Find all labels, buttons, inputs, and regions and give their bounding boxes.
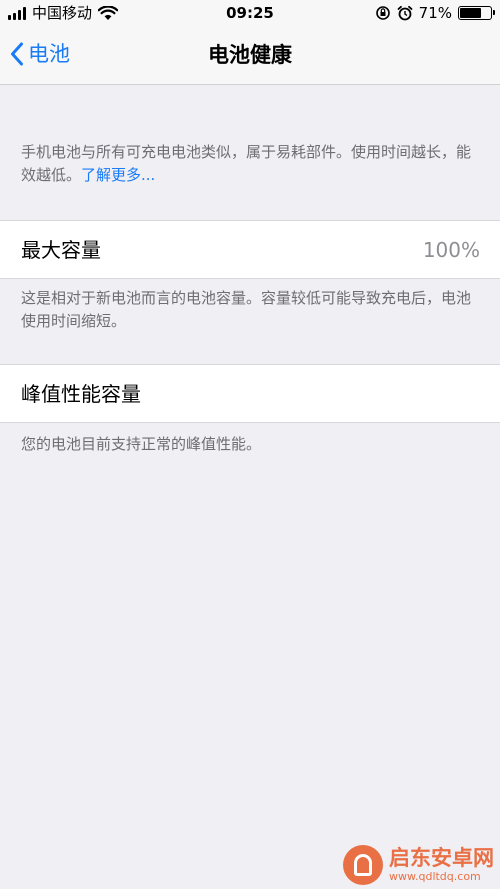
battery-fill [460, 8, 481, 18]
max-capacity-footnote: 这是相对于新电池而言的电池容量。容量较低可能导致充电后，电池使用时间缩短。 [21, 289, 472, 330]
battery-percent: 71% [418, 4, 452, 22]
status-right: 71% [375, 4, 495, 22]
watermark-name: 启东安卓网 [389, 846, 494, 871]
intro-description: 手机电池与所有可充电电池类似，属于易耗部件。使用时间越长，能效越低。了解更多..… [21, 141, 483, 187]
status-bar: 中国移动 09:25 71% [0, 0, 500, 28]
watermark-text: 启东安卓网 www.qdltdq.com [389, 847, 494, 882]
battery-icon [458, 6, 495, 20]
max-capacity-row: 最大容量 100% [0, 220, 500, 279]
watermark: 启东安卓网 www.qdltdq.com [343, 845, 494, 885]
watermark-url: www.qdltdq.com [389, 869, 481, 883]
learn-more-link[interactable]: 了解更多... [81, 166, 155, 184]
page-title: 电池健康 [208, 43, 292, 67]
peak-performance-row: 峰值性能容量 [0, 364, 500, 423]
max-capacity-value: 100% [422, 238, 480, 262]
max-capacity-label: 最大容量 [21, 238, 101, 262]
watermark-logo-icon [343, 845, 383, 885]
peak-performance-label: 峰值性能容量 [21, 382, 141, 406]
orientation-lock-icon [375, 6, 390, 20]
alarm-icon [397, 5, 413, 21]
nav-bar: 电池 电池健康 [0, 28, 500, 85]
peak-performance-footnote: 您的电池目前支持正常的峰值性能。 [21, 435, 262, 453]
